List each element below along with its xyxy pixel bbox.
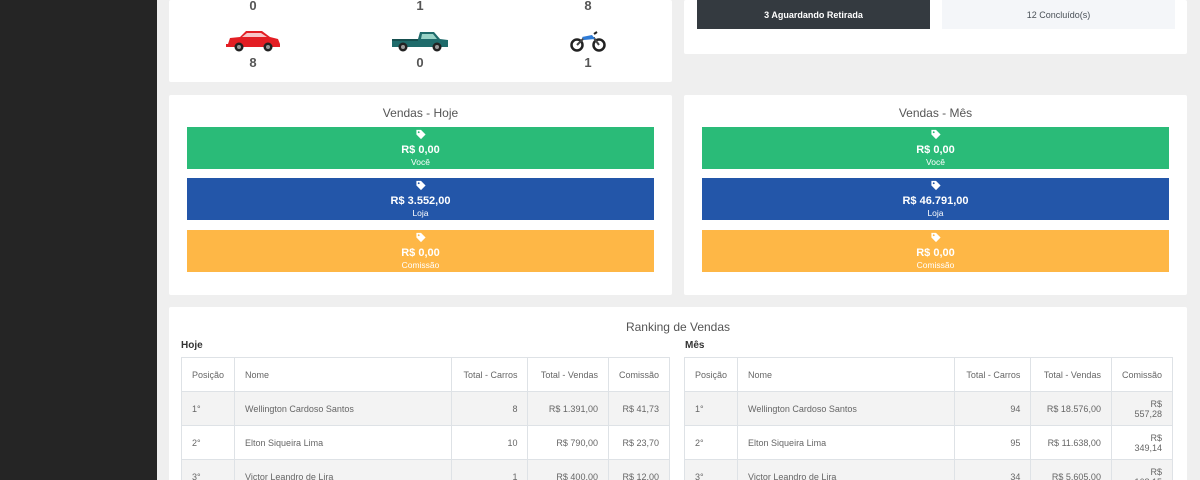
- cell: Elton Siqueira Lima: [234, 425, 453, 460]
- sales-month-title: Vendas - Mês: [898, 106, 973, 120]
- col-commission: Comissão: [1110, 357, 1174, 392]
- label: Você: [926, 157, 945, 167]
- sales-today-you: R$ 0,00 Você: [187, 127, 654, 169]
- cell: R$ 349,14: [1110, 425, 1174, 460]
- sales-today-store: R$ 3.552,00 Loja: [187, 178, 654, 220]
- pickup-truck-icon: [360, 28, 480, 54]
- cell: R$ 1.391,00: [527, 391, 609, 426]
- cell: 1: [451, 459, 529, 480]
- col-position: Posição: [683, 357, 739, 392]
- table-header-row: Posição Nome Total - Carros Total - Vend…: [683, 357, 1174, 392]
- vehicle-count-moto: 1: [584, 55, 592, 70]
- cell: 2°: [683, 425, 739, 460]
- col-position: Posição: [180, 357, 236, 392]
- cell: R$ 790,00: [527, 425, 609, 460]
- cell: 2°: [180, 425, 236, 460]
- amount: R$ 0,00: [916, 247, 955, 259]
- label: Você: [411, 157, 430, 167]
- vehicle-count-car: 8: [249, 55, 257, 70]
- sales-month-card: Vendas - Mês R$ 0,00 Você R$ 46.791,00 L…: [684, 95, 1187, 295]
- sales-today-title: Vendas - Hoje: [382, 106, 459, 120]
- col-name: Nome: [737, 357, 955, 392]
- cell: 10: [451, 425, 529, 460]
- col-total-cars: Total - Carros: [451, 357, 529, 392]
- cell: R$ 168,15: [1110, 459, 1174, 480]
- label: Loja: [927, 208, 944, 218]
- cell: 8: [451, 391, 529, 426]
- amount: R$ 0,00: [401, 247, 440, 259]
- ranking-month-table: Posição Nome Total - Carros Total - Vend…: [683, 357, 1174, 480]
- cell: Victor Leandro de Lira: [234, 459, 453, 480]
- label: Comissão: [401, 260, 440, 270]
- table-row: 1° Wellington Cardoso Santos 8 R$ 1.391,…: [180, 391, 671, 426]
- cell: R$ 18.576,00: [1030, 391, 1112, 426]
- sales-today-card: Vendas - Hoje R$ 0,00 Você R$ 3.552,00 L…: [169, 95, 672, 295]
- cell: 94: [953, 391, 1032, 426]
- col-name: Nome: [234, 357, 453, 392]
- ranking-today-table: Posição Nome Total - Carros Total - Vend…: [180, 357, 671, 480]
- cell: 95: [953, 425, 1032, 460]
- car-icon: [193, 28, 313, 54]
- cell: R$ 23,70: [607, 425, 671, 460]
- cell: Wellington Cardoso Santos: [234, 391, 453, 426]
- cell: 34: [953, 459, 1032, 480]
- sales-month-commission: R$ 0,00 Comissão: [702, 230, 1169, 272]
- table-header-row: Posição Nome Total - Carros Total - Vend…: [180, 357, 671, 392]
- amount: R$ 0,00: [401, 144, 440, 156]
- tag-icon: [930, 180, 941, 191]
- orders-status-card: 3 Aguardando Retirada 12 Concluído(s): [684, 0, 1187, 54]
- cell: Victor Leandro de Lira: [737, 459, 955, 480]
- ranking-month-label: Mês: [685, 340, 705, 351]
- sidebar: [0, 0, 157, 480]
- sales-month-store: R$ 46.791,00 Loja: [702, 178, 1169, 220]
- col-total-sales: Total - Vendas: [1030, 357, 1112, 392]
- sales-ranking-card: Ranking de Vendas Hoje Mês Posição Nome …: [169, 307, 1187, 480]
- cell: R$ 557,28: [1110, 391, 1174, 426]
- table-row: 2° Elton Siqueira Lima 10 R$ 790,00 R$ 2…: [180, 425, 671, 460]
- amount: R$ 0,00: [916, 144, 955, 156]
- table-row: 1° Wellington Cardoso Santos 94 R$ 18.57…: [683, 391, 1174, 426]
- vehicle-count-truck: 0: [416, 55, 424, 70]
- table-row: 2° Elton Siqueira Lima 95 R$ 11.638,00 R…: [683, 425, 1174, 460]
- tag-icon: [930, 232, 941, 243]
- sales-month-you: R$ 0,00 Você: [702, 127, 1169, 169]
- ranking-today-label: Hoje: [181, 340, 203, 351]
- vehicle-top-count: 1: [416, 0, 424, 13]
- vehicle-stats-card: 0 1 8 8 0 1: [169, 0, 672, 82]
- vehicle-top-count: 0: [249, 0, 257, 13]
- amount: R$ 46.791,00: [902, 195, 969, 207]
- cell: R$ 11.638,00: [1030, 425, 1112, 460]
- completed-button[interactable]: 12 Concluído(s): [942, 0, 1175, 29]
- tag-icon: [930, 129, 941, 140]
- label: Comissão: [916, 260, 955, 270]
- vehicle-top-count: 8: [584, 0, 592, 13]
- sales-today-commission: R$ 0,00 Comissão: [187, 230, 654, 272]
- cell: 3°: [683, 459, 739, 480]
- col-total-cars: Total - Carros: [953, 357, 1032, 392]
- amount: R$ 3.552,00: [390, 195, 451, 207]
- cell: Wellington Cardoso Santos: [737, 391, 955, 426]
- tag-icon: [415, 232, 426, 243]
- cell: R$ 5.605,00: [1030, 459, 1112, 480]
- tag-icon: [415, 129, 426, 140]
- cell: R$ 41,73: [607, 391, 671, 426]
- cell: R$ 12,00: [607, 459, 671, 480]
- label: Loja: [412, 208, 429, 218]
- cell: 3°: [180, 459, 236, 480]
- ranking-title: Ranking de Vendas: [625, 320, 731, 334]
- cell: 1°: [180, 391, 236, 426]
- table-row: 3° Victor Leandro de Lira 34 R$ 5.605,00…: [683, 459, 1174, 480]
- cell: R$ 400,00: [527, 459, 609, 480]
- tag-icon: [415, 180, 426, 191]
- col-total-sales: Total - Vendas: [527, 357, 609, 392]
- table-row: 3° Victor Leandro de Lira 1 R$ 400,00 R$…: [180, 459, 671, 480]
- cell: Elton Siqueira Lima: [737, 425, 955, 460]
- col-commission: Comissão: [607, 357, 671, 392]
- cell: 1°: [683, 391, 739, 426]
- waiting-pickup-button[interactable]: 3 Aguardando Retirada: [697, 0, 930, 29]
- motorcycle-icon: [528, 28, 648, 54]
